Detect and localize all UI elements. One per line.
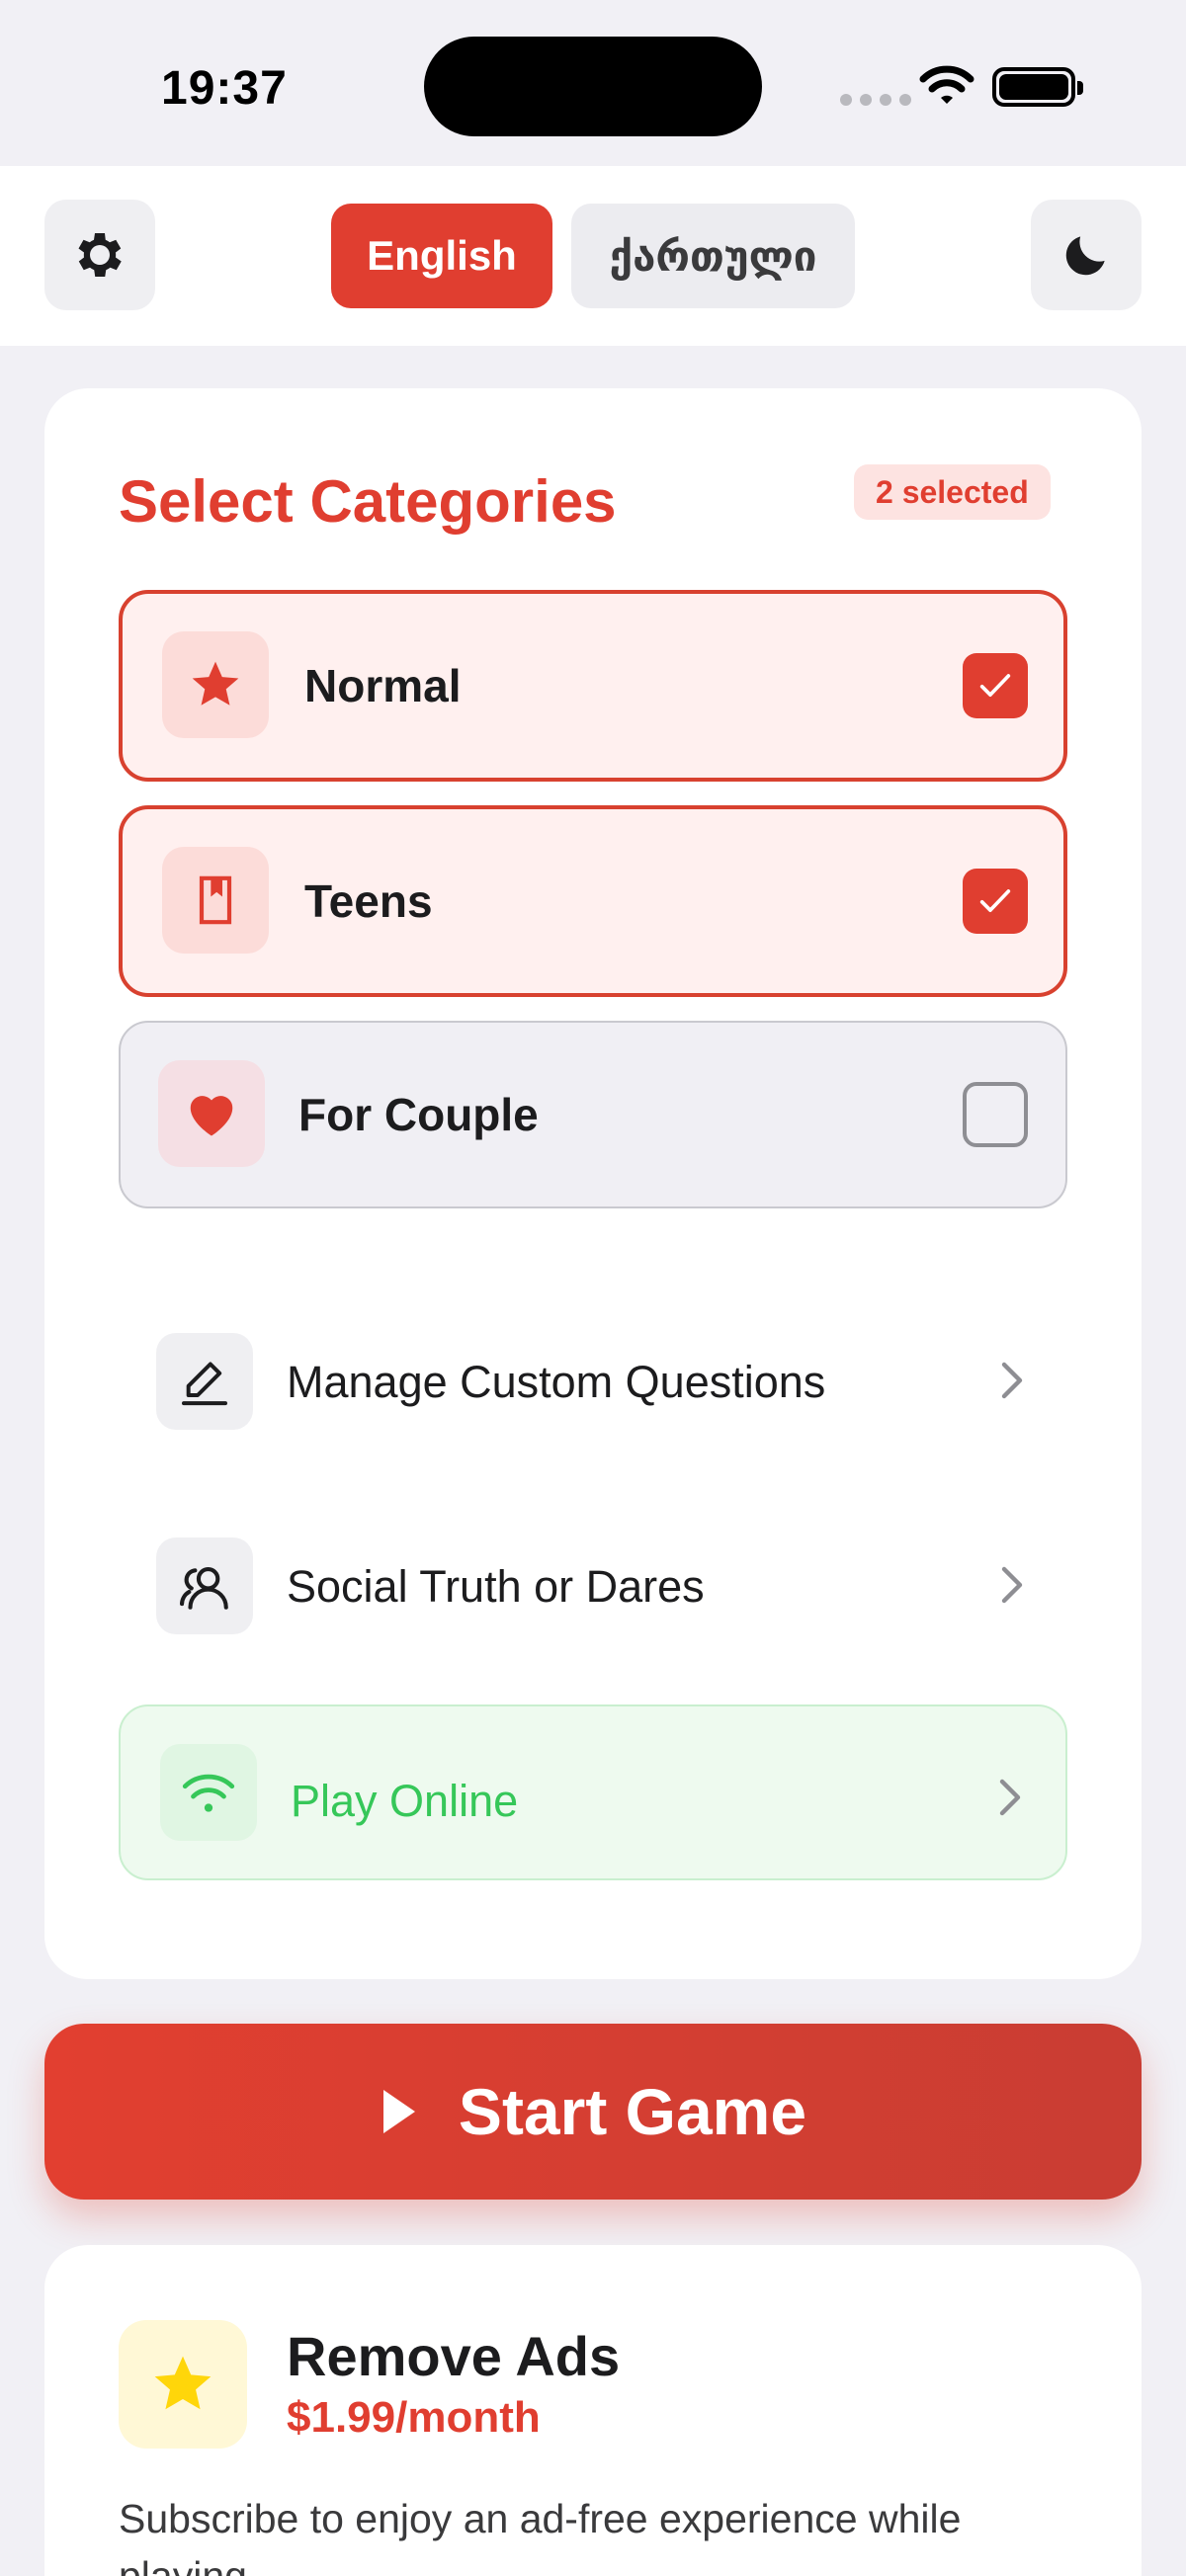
status-bar: 19:37 xyxy=(0,0,1186,166)
dark-mode-button[interactable] xyxy=(1031,200,1142,310)
dynamic-island xyxy=(424,37,762,136)
link-icon-box xyxy=(156,1537,253,1634)
play-icon xyxy=(382,2090,415,2133)
pencil-icon xyxy=(182,1362,227,1406)
language-english-button[interactable]: English xyxy=(331,204,552,308)
link-label: Play Online xyxy=(291,1776,519,1826)
checkmark-icon xyxy=(979,674,1011,697)
category-icon-box xyxy=(158,1060,265,1167)
language-georgian-button[interactable]: ქართული xyxy=(571,204,855,308)
categories-card: Select Categories 2 selected Normal Teen… xyxy=(44,388,1142,1979)
start-game-button[interactable]: Start Game xyxy=(44,2024,1142,2200)
star-icon xyxy=(154,2356,212,2410)
category-teens[interactable]: Teens xyxy=(119,805,1067,997)
moon-icon xyxy=(1065,236,1105,276)
star-icon xyxy=(192,661,239,706)
category-for-couple[interactable]: For Couple xyxy=(119,1021,1067,1208)
bookmark-icon xyxy=(199,875,232,925)
category-icon-box xyxy=(162,631,269,738)
remove-ads-title: Remove Ads xyxy=(287,2325,621,2387)
remove-ads-card[interactable]: Remove Ads $1.99/month Subscribe to enjo… xyxy=(44,2245,1142,2576)
category-checkbox[interactable] xyxy=(963,1082,1028,1147)
category-normal[interactable]: Normal xyxy=(119,590,1067,782)
category-label: For Couple xyxy=(298,1089,539,1140)
status-time: 19:37 xyxy=(161,62,288,115)
manage-custom-questions-row[interactable]: Manage Custom Questions xyxy=(119,1307,1067,1455)
top-bar: English ქართული xyxy=(0,166,1186,346)
play-online-row[interactable]: Play Online xyxy=(119,1704,1067,1880)
chevron-right-icon xyxy=(1001,1362,1023,1399)
link-label: Manage Custom Questions xyxy=(287,1357,826,1407)
link-label: Social Truth or Dares xyxy=(287,1561,705,1612)
wifi-status-icon xyxy=(919,65,974,104)
link-icon-box xyxy=(160,1744,257,1841)
link-icon-box xyxy=(156,1333,253,1430)
start-game-label: Start Game xyxy=(458,2075,807,2148)
ads-icon-box xyxy=(119,2320,247,2449)
people-icon xyxy=(179,1567,228,1610)
remove-ads-price: $1.99/month xyxy=(287,2393,541,2442)
settings-button[interactable] xyxy=(44,200,155,310)
battery-icon xyxy=(992,67,1083,107)
categories-title: Select Categories xyxy=(119,468,617,535)
chevron-right-icon xyxy=(999,1779,1021,1816)
social-truth-or-dares-row[interactable]: Social Truth or Dares xyxy=(119,1512,1067,1660)
gear-icon xyxy=(78,233,122,277)
selected-count-badge: 2 selected xyxy=(854,464,1051,520)
cellular-signal-icon xyxy=(840,94,911,106)
category-checkbox[interactable] xyxy=(963,653,1028,718)
category-checkbox[interactable] xyxy=(963,869,1028,934)
chevron-right-icon xyxy=(1001,1566,1023,1604)
category-label: Normal xyxy=(304,660,462,711)
heart-icon xyxy=(190,1096,233,1136)
category-label: Teens xyxy=(304,875,433,927)
checkmark-icon xyxy=(979,889,1011,912)
wifi-icon xyxy=(182,1774,235,1812)
category-icon-box xyxy=(162,847,269,954)
remove-ads-description: Subscribe to enjoy an ad-free experience… xyxy=(119,2496,962,2576)
